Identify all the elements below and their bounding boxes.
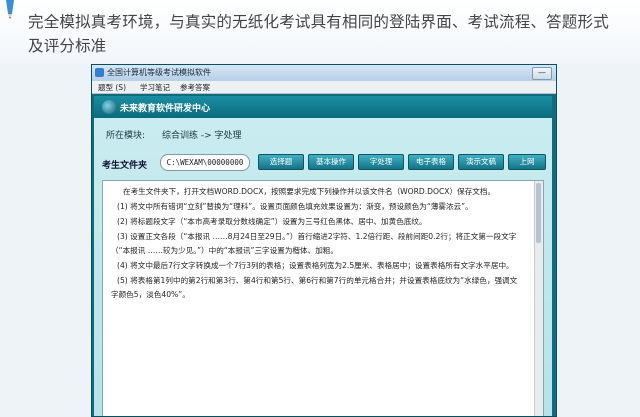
window-title: 全国计算机等级考试模拟软件: [107, 68, 211, 77]
spreadsheet-button[interactable]: 电子表格: [408, 154, 454, 170]
task-line: (4) 将文中最后7行文字转换成一个7行3列的表格；设置表格列宽为2.5厘米、表…: [117, 261, 514, 270]
word-processing-button[interactable]: 字处理: [358, 154, 404, 170]
presentation-button[interactable]: 演示文稿: [458, 154, 504, 170]
module-breadcrumb: 所在模块: 综合训练 -> 字处理: [94, 118, 552, 150]
minimize-button[interactable]: —: [532, 67, 552, 80]
task-line: 在考生文件夹下，打开文档WORD.DOCX，按照要求完成下列操作并以该文件名（W…: [123, 187, 496, 196]
brand-header: 未来教育软件研发中心: [94, 96, 552, 118]
choice-questions-button[interactable]: 选择题: [258, 154, 304, 170]
task-line: (3) 设置正文各段（“本报讯 ……8月24日至29日。”）首行缩进2字符、1.…: [117, 232, 517, 241]
scrollbar-thumb[interactable]: [536, 183, 541, 243]
menu-question-type[interactable]: 题型 (S): [98, 82, 126, 93]
caption-line-2: 及评分标准: [28, 37, 107, 55]
internet-button[interactable]: 上网: [508, 154, 546, 170]
task-line: (2) 将标题段文字（“本市高考录取分数线确定”）设置为三号红色黑体、居中、加黄…: [117, 217, 427, 226]
caption-line-1: 完全模拟真考环境，与真实的无纸化考试具有相同的登陆界面、考试流程、答题形式: [28, 13, 609, 31]
task-line: 字颜色5，淡色40%”。: [111, 290, 190, 299]
main-panel: 所在模块: 综合训练 -> 字处理 考生文件夹 C:\WEXAM\0000000…: [94, 118, 552, 416]
caption-banner: 完全模拟真考环境，与真实的无纸化考试具有相同的登陆界面、考试流程、答题形式 及评…: [0, 0, 640, 64]
task-line: (1) 将文中所有错词“立刻”替换为“理科”。设置页面颜色填充效果设置为：渐变，…: [117, 202, 473, 211]
module-path: 综合训练 -> 字处理: [162, 131, 242, 141]
vertical-scrollbar[interactable]: [534, 181, 543, 416]
pencil-icon: [6, 0, 14, 19]
task-description[interactable]: 在考生文件夹下，打开文档WORD.DOCX，按照要求完成下列操作并以该文件名（W…: [102, 180, 544, 416]
exam-folder-label: 考生文件夹: [102, 161, 148, 171]
menu-reference-answers[interactable]: 参考答案: [180, 82, 210, 93]
title-bar[interactable]: 全国计算机等级考试模拟软件 —: [92, 65, 556, 81]
toolbar: 考生文件夹 C:\WEXAM\00000000 选择题 基本操作 字处理 电子表…: [94, 150, 552, 174]
logo-icon: [102, 100, 116, 114]
task-line: (5) 将表格第1列中的第2行和第3行、第4行和第5行、第6行和第7行的单元格合…: [117, 276, 518, 285]
exam-folder-path-button[interactable]: C:\WEXAM\00000000: [160, 154, 250, 171]
caption-text: 完全模拟真考环境，与真实的无纸化考试具有相同的登陆界面、考试流程、答题形式 及评…: [28, 10, 628, 58]
app-icon: [95, 68, 104, 77]
app-window: 全国计算机等级考试模拟软件 — 题型 (S) 学习笔记 参考答案 未来教育软件研…: [91, 64, 557, 417]
task-line: （“本报讯 ……较为少见。”）中的“本报讯”三字设置为楷体、加粗。: [111, 246, 338, 255]
brand-name: 未来教育软件研发中心: [120, 104, 211, 114]
basic-operations-button[interactable]: 基本操作: [308, 154, 354, 170]
module-label: 所在模块:: [106, 131, 146, 141]
menu-bar: 题型 (S) 学习笔记 参考答案: [92, 81, 556, 94]
menu-study-notes[interactable]: 学习笔记: [140, 82, 170, 93]
